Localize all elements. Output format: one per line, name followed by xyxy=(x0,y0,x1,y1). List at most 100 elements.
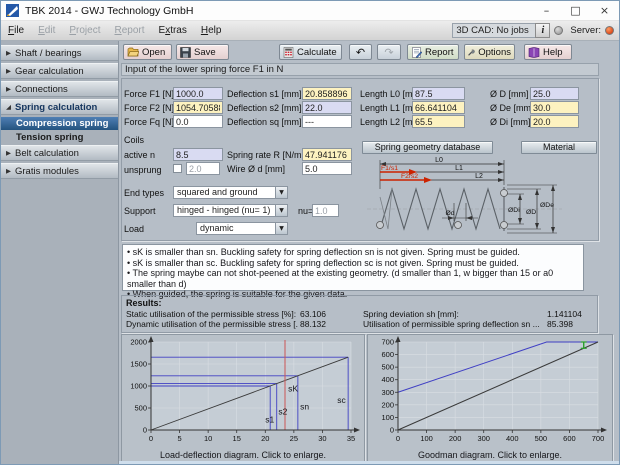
collapsed-icon: ▶ xyxy=(6,149,15,157)
content: Open Save Calculate ↶ ↷ Report Options H… xyxy=(119,41,619,464)
svg-text:2000: 2000 xyxy=(130,338,147,347)
dim-l2-label: L2 xyxy=(475,173,483,180)
dim-d-label: Ød xyxy=(445,210,454,217)
label-f1: Force F1 [N] xyxy=(124,89,174,99)
svg-text:35: 35 xyxy=(347,434,355,443)
svg-text:30: 30 xyxy=(318,434,326,443)
sidebar-item-belt-calculation[interactable]: ▶Belt calculation xyxy=(1,145,118,161)
collapsed-icon: ▶ xyxy=(6,67,15,75)
warnings-box: sK is smaller than sn. Buckling safety f… xyxy=(122,244,584,291)
save-button[interactable]: Save xyxy=(176,44,229,60)
window-resize-edge xyxy=(119,461,619,464)
material-button[interactable]: Material xyxy=(521,141,597,154)
sidebar-item-connections[interactable]: ▶Connections xyxy=(1,81,118,97)
sidebar-item-spring-calculation[interactable]: ◢Spring calculation xyxy=(1,99,118,115)
load-deflection-caption[interactable]: Load-deflection diagram. Click to enlarg… xyxy=(122,450,364,460)
svg-text:s2: s2 xyxy=(278,407,287,417)
svg-text:s1: s1 xyxy=(265,415,274,425)
sidebar-item-gear-calculation[interactable]: ▶Gear calculation xyxy=(1,63,118,79)
redo-button[interactable]: ↷ xyxy=(377,44,401,60)
menu-help[interactable]: Help xyxy=(194,21,229,40)
support-select[interactable]: hinged - hinged (nu= 1) ▼ xyxy=(173,204,288,217)
chevron-down-icon[interactable]: ▼ xyxy=(275,223,287,234)
input-active-n[interactable] xyxy=(173,148,223,161)
label-dd: Ø D [mm] xyxy=(490,89,529,99)
options-wrench-icon xyxy=(468,47,475,58)
input-s1[interactable] xyxy=(302,87,352,100)
input-dd[interactable] xyxy=(530,87,579,100)
chevron-down-icon[interactable]: ▼ xyxy=(275,187,287,198)
menubar: FileEditProjectReportExtrasHelp 3D CAD: … xyxy=(1,21,619,41)
chevron-down-icon[interactable]: ▼ xyxy=(275,205,287,216)
redo-icon: ↷ xyxy=(384,47,393,58)
open-folder-icon xyxy=(127,47,139,58)
sidebar-item-tension-spring[interactable]: Tension spring xyxy=(1,131,118,144)
info-button[interactable]: i xyxy=(535,23,550,38)
label-f2: Force F2 [N] xyxy=(124,103,174,113)
input-f2[interactable] xyxy=(173,101,223,114)
spring-geometry-database-button[interactable]: Spring geometry database xyxy=(362,141,493,154)
sidebar-item-label: Connections xyxy=(15,84,68,95)
menu-extras[interactable]: Extras xyxy=(152,21,194,40)
label-ddi: Ø Di [mm] xyxy=(490,117,531,127)
svg-text:300: 300 xyxy=(381,388,394,397)
input-f1[interactable] xyxy=(173,87,223,100)
undo-button[interactable]: ↶ xyxy=(349,44,372,60)
svg-text:0: 0 xyxy=(396,434,400,443)
minimize-button[interactable]: – xyxy=(532,1,561,20)
report-button[interactable]: Report xyxy=(407,44,459,60)
svg-text:300: 300 xyxy=(477,434,490,443)
input-fq[interactable] xyxy=(173,115,223,128)
warning-message: sK is smaller than sn. Buckling safety f… xyxy=(127,247,579,258)
goodman-caption[interactable]: Goodman diagram. Click to enlarge. xyxy=(368,450,612,460)
dim-l1-label: L1 xyxy=(455,165,463,172)
force-f2-label: F2/s2 xyxy=(401,173,418,180)
svg-text:25: 25 xyxy=(290,434,298,443)
close-button[interactable]: × xyxy=(590,1,619,20)
input-sq[interactable] xyxy=(302,115,352,128)
results-panel: Results: Static utilisation of the permi… xyxy=(121,295,598,333)
app-icon xyxy=(6,4,19,17)
input-nu[interactable] xyxy=(312,204,339,217)
input-wire[interactable] xyxy=(302,162,352,175)
input-spring-rate[interactable] xyxy=(302,148,352,161)
options-label: Options xyxy=(478,47,511,58)
calculate-button[interactable]: Calculate xyxy=(279,44,342,60)
input-l1[interactable] xyxy=(412,101,465,114)
maximize-button[interactable]: □ xyxy=(561,1,590,20)
sidebar-item-compression-spring[interactable]: Compression spring xyxy=(1,117,118,130)
unsprung-checkbox[interactable] xyxy=(173,164,182,173)
sidebar-item-label: Gear calculation xyxy=(15,66,84,77)
options-button[interactable]: Options xyxy=(464,44,515,60)
cad-led xyxy=(554,26,563,35)
svg-text:10: 10 xyxy=(204,434,212,443)
svg-text:500: 500 xyxy=(535,434,548,443)
load-select[interactable]: dynamic ▼ xyxy=(196,222,288,235)
collapsed-icon: ▶ xyxy=(6,85,15,93)
end-types-select[interactable]: squared and ground ▼ xyxy=(173,186,288,199)
menu-file[interactable]: File xyxy=(1,21,31,40)
svg-text:400: 400 xyxy=(381,375,394,384)
svg-text:1000: 1000 xyxy=(130,382,147,391)
help-button[interactable]: Help xyxy=(524,44,572,60)
goodman-chart[interactable]: 0100200300400500600700010020030040050060… xyxy=(367,334,613,463)
label-nu: nu= xyxy=(298,206,313,216)
input-unsprung[interactable] xyxy=(186,162,220,175)
load-deflection-chart[interactable]: s1s2sKsnsc051015202530350500100015002000… xyxy=(121,334,365,463)
svg-text:600: 600 xyxy=(381,350,394,359)
open-button[interactable]: Open xyxy=(123,44,172,60)
input-s2[interactable] xyxy=(302,101,352,114)
svg-text:400: 400 xyxy=(506,434,519,443)
svg-text:200: 200 xyxy=(449,434,462,443)
save-label: Save xyxy=(194,47,216,58)
menu-edit: Edit xyxy=(31,21,62,40)
result-value: 88.132 xyxy=(300,319,326,329)
input-ddi[interactable] xyxy=(530,115,579,128)
sidebar-item-gratis-modules[interactable]: ▶Gratis modules xyxy=(1,163,118,179)
input-l2[interactable] xyxy=(412,115,465,128)
label-active-n: active n xyxy=(124,150,155,160)
result-label: Dynamic utilisation of the permissible s… xyxy=(126,319,298,329)
input-l0[interactable] xyxy=(412,87,465,100)
sidebar-item-shaft-bearings[interactable]: ▶Shaft / bearings xyxy=(1,45,118,61)
input-dde[interactable] xyxy=(530,101,579,114)
